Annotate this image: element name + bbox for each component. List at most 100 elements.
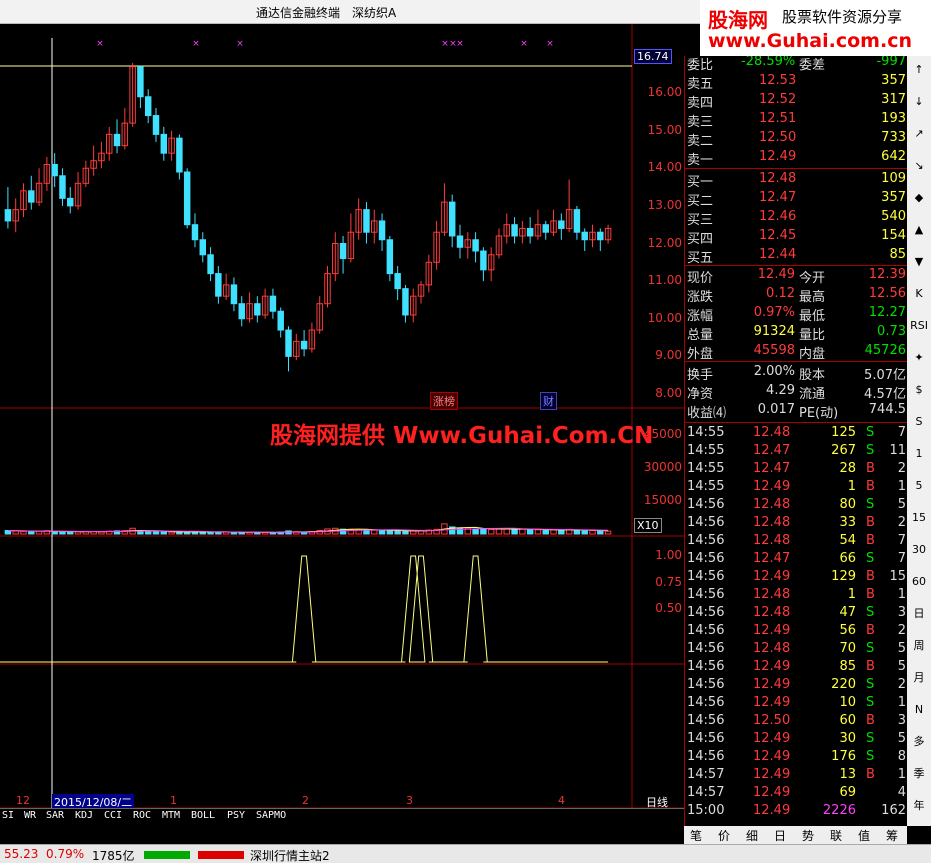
candle-body [199, 239, 206, 256]
volume-tick-label: 15000 [643, 493, 682, 507]
trade-tab[interactable]: 筹 [886, 827, 898, 844]
toolstrip-button[interactable]: 日 [909, 604, 929, 624]
bid-price: 12.48 [759, 171, 797, 186]
bid-volume: 540 [881, 209, 906, 224]
bid-label: 买四 [687, 232, 714, 247]
toolstrip-button[interactable]: ↘ [909, 156, 929, 176]
trade-tab[interactable]: 日 [774, 827, 786, 844]
tick-volume: 28 [839, 461, 856, 476]
bid-label: 买一 [687, 175, 714, 190]
toolstrip-button[interactable]: 15 [909, 508, 929, 528]
indicator-tab[interactable]: KDJ [75, 810, 93, 821]
fundamental-value: 5.07亿 [864, 368, 906, 383]
toolstrip-button[interactable]: ▼ [909, 252, 929, 272]
tick-count: 5 [897, 497, 906, 512]
trade-tab[interactable]: 联 [830, 827, 842, 844]
toolstrip-button[interactable]: N [909, 700, 929, 720]
trade-tab[interactable]: 价 [718, 827, 730, 844]
toolstrip-button[interactable]: ✦ [909, 348, 929, 368]
indicator-tab[interactable]: ROC [133, 810, 151, 821]
indicator-tick-label: 0.75 [655, 574, 682, 589]
candle-body [378, 220, 386, 241]
date-axis-m1: 1 [170, 794, 177, 807]
quote-label: 最低 [799, 309, 826, 324]
toolstrip-button[interactable]: 30 [909, 540, 929, 560]
toolstrip-button[interactable]: S [909, 412, 929, 432]
event-marker: × [96, 39, 104, 49]
event-marker: × [192, 39, 200, 49]
toolstrip-button[interactable]: 60 [909, 572, 929, 592]
toolstrip-button[interactable]: $ [909, 380, 929, 400]
tick-volume: 129 [831, 569, 856, 584]
candle-body [215, 273, 222, 297]
bid-row: 买一 12.48 109 [685, 170, 908, 190]
indicator-tab[interactable]: SI [2, 810, 14, 821]
indicator-tab[interactable]: CCI [104, 810, 122, 821]
toolstrip-button[interactable]: K [909, 284, 929, 304]
tag-zhangbang[interactable]: 涨榜 [430, 392, 458, 410]
toolstrip-button[interactable]: ↓ [909, 92, 929, 112]
trade-tab[interactable]: 值 [858, 827, 870, 844]
ask-label: 卖二 [687, 134, 714, 149]
quote-row: 涨幅 0.97% 最低 12.27 [685, 304, 908, 324]
indicator-tab[interactable]: SAPMO [256, 810, 286, 821]
index-value: 55.23 [4, 847, 39, 861]
tick-time: 14:57 [687, 785, 725, 800]
tick-count: 2 [897, 515, 906, 530]
toolstrip-button[interactable]: 年 [909, 796, 929, 816]
indicator-tab[interactable]: PSY [227, 810, 245, 821]
tick-price: 12.48 [753, 497, 791, 512]
volume-ma10 [7, 527, 609, 533]
candle-body [277, 310, 284, 331]
candle-body [238, 303, 245, 320]
quote-label: 现价 [687, 271, 714, 286]
toolstrip-button[interactable]: 5 [909, 476, 929, 496]
price-tick-label: 15.00 [647, 122, 682, 137]
tick-volume: 220 [831, 677, 856, 692]
trade-tab[interactable]: 势 [802, 827, 814, 844]
weibi-value: -28.59% [741, 54, 796, 69]
toolstrip-button[interactable]: ◆ [909, 188, 929, 208]
trade-tab[interactable]: 笔 [690, 827, 702, 844]
volume-bar [59, 531, 66, 535]
tick-time: 14:56 [687, 533, 725, 548]
tick-volume: 267 [831, 443, 856, 458]
candle-body [4, 209, 12, 222]
trade-tab[interactable]: 细 [746, 827, 758, 844]
indicator-tab[interactable]: BOLL [191, 810, 215, 821]
toolstrip-button[interactable]: ↑ [909, 60, 929, 80]
tick-volume: 10 [839, 695, 856, 710]
candle-body [28, 190, 35, 203]
indicator-tick-label: 0.50 [655, 601, 682, 615]
bid-volume: 357 [881, 190, 906, 205]
fundamental-label: 净资 [687, 387, 714, 402]
tick-volume: 13 [839, 767, 856, 782]
indicator-tab[interactable]: SAR [46, 810, 64, 821]
volume-bar [410, 530, 417, 535]
toolstrip-button[interactable]: 季 [909, 764, 929, 784]
ask-price: 12.51 [759, 111, 797, 126]
candle-body [191, 224, 199, 241]
toolstrip-button[interactable]: ▲ [909, 220, 929, 240]
volume-bar [589, 529, 596, 535]
tick-row: 14:56 12.47 66 S 7 [685, 550, 908, 569]
indicator-tab[interactable]: WR [24, 810, 36, 821]
date-axis-m3: 3 [406, 794, 413, 807]
tick-count: 5 [897, 731, 906, 746]
candle-body [573, 209, 581, 233]
volume-bar [581, 530, 588, 535]
toolstrip-button[interactable]: 1 [909, 444, 929, 464]
toolstrip-button[interactable]: 月 [909, 668, 929, 688]
toolstrip-button[interactable]: RSI [909, 316, 929, 336]
toolstrip-button[interactable]: 周 [909, 636, 929, 656]
tick-time: 14:56 [687, 551, 725, 566]
trade-tab-bar: 笔价细日势联值筹 [684, 826, 907, 844]
fundamental-label: 换手 [687, 368, 714, 383]
quote-value: 45598 [753, 343, 795, 358]
indicator-tab[interactable]: MTM [162, 810, 180, 821]
tag-cai[interactable]: 财 [540, 392, 557, 410]
toolstrip-button[interactable]: ↗ [909, 124, 929, 144]
candle-body [394, 273, 401, 290]
toolstrip-button[interactable]: 多 [909, 732, 929, 752]
fundamental-row: 收益⑷ 0.017 PE(动) 744.5 [685, 401, 908, 421]
